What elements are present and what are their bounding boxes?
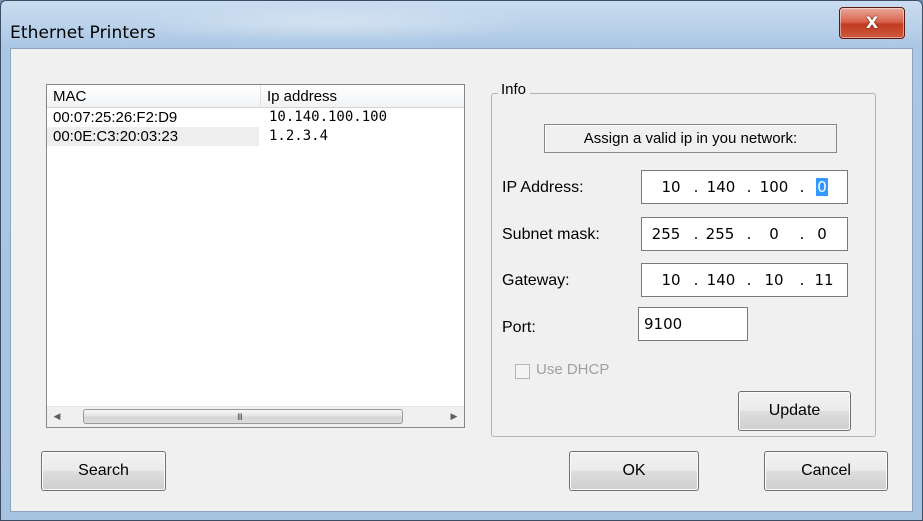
printer-list[interactable]: MAC Ip address 00:07:25:26:F2:D9 10.140.… (46, 84, 465, 428)
ip-address-label: IP Address: (502, 179, 584, 196)
list-header: MAC Ip address (47, 85, 464, 108)
titlebar-glow (121, 3, 541, 43)
gateway-octet[interactable]: 10 (757, 264, 791, 296)
gateway-dot: . (799, 271, 805, 289)
subnet-mask-label: Subnet mask: (502, 226, 600, 243)
ip-octet[interactable]: 10 (656, 171, 686, 203)
search-button[interactable]: Search (41, 451, 166, 491)
close-button[interactable]: X (839, 7, 905, 39)
list-item[interactable]: 00:07:25:26:F2:D9 10.140.100.100 (47, 108, 464, 127)
subnet-octet[interactable]: 255 (646, 218, 686, 250)
ip-octet[interactable]: 140 (702, 171, 740, 203)
ip-dot: . (693, 178, 699, 196)
gateway-field[interactable]: 10 . 140 . 10 . 11 (641, 263, 848, 297)
column-header-mac[interactable]: MAC (47, 85, 260, 107)
gateway-dot: . (693, 271, 699, 289)
window-title: Ethernet Printers (10, 23, 156, 43)
scroll-thumb[interactable]: III (83, 409, 403, 424)
subnet-octet[interactable]: 0 (806, 218, 838, 250)
ethernet-printers-window: Ethernet Printers X MAC Ip address 00:07… (0, 0, 923, 521)
use-dhcp-checkbox[interactable] (515, 364, 530, 379)
dialog-client-area: MAC Ip address 00:07:25:26:F2:D9 10.140.… (10, 48, 913, 512)
port-label: Port: (502, 319, 536, 336)
mac-cell: 00:07:25:26:F2:D9 (53, 109, 178, 126)
info-group-caption: Info (498, 81, 531, 98)
assign-hint: Assign a valid ip in you network: (544, 124, 837, 153)
ip-octet-selected[interactable]: 0 (812, 171, 832, 203)
ip-dot: . (746, 178, 752, 196)
ip-cell: 10.140.100.100 (269, 109, 388, 125)
port-field[interactable]: 9100 (638, 307, 748, 341)
gateway-octet[interactable]: 11 (808, 264, 840, 296)
subnet-dot: . (693, 225, 699, 243)
ok-button[interactable]: OK (569, 451, 699, 491)
scroll-right-icon[interactable]: ▶ (444, 407, 464, 427)
gateway-octet[interactable]: 140 (702, 264, 740, 296)
gateway-label: Gateway: (502, 272, 570, 289)
subnet-octet[interactable]: 255 (700, 218, 740, 250)
list-item[interactable]: 00:0E:C3:20:03:23 1.2.3.4 (47, 127, 464, 146)
close-icon: X (865, 13, 879, 32)
ip-dot: . (799, 178, 805, 196)
ip-cell: 1.2.3.4 (269, 128, 329, 144)
column-header-ip[interactable]: Ip address (261, 85, 464, 107)
scroll-grip-icon: III (237, 413, 243, 423)
subnet-mask-field[interactable]: 255 . 255 . 0 . 0 (641, 217, 848, 251)
subnet-dot: . (799, 225, 805, 243)
cancel-button[interactable]: Cancel (764, 451, 888, 491)
use-dhcp-label: Use DHCP (536, 361, 610, 378)
gateway-octet[interactable]: 10 (656, 264, 686, 296)
subnet-dot: . (746, 225, 752, 243)
subnet-octet[interactable]: 0 (754, 218, 794, 250)
update-button[interactable]: Update (738, 391, 851, 431)
ip-address-field[interactable]: 10 . 140 . 100 . 0 (641, 170, 848, 204)
selected-octet-text: 0 (816, 178, 828, 196)
ip-octet[interactable]: 100 (755, 171, 793, 203)
mac-cell: 00:0E:C3:20:03:23 (53, 128, 179, 145)
gateway-dot: . (746, 271, 752, 289)
scroll-left-icon[interactable]: ◀ (47, 407, 67, 427)
horizontal-scrollbar[interactable]: ◀ III ▶ (47, 406, 464, 427)
